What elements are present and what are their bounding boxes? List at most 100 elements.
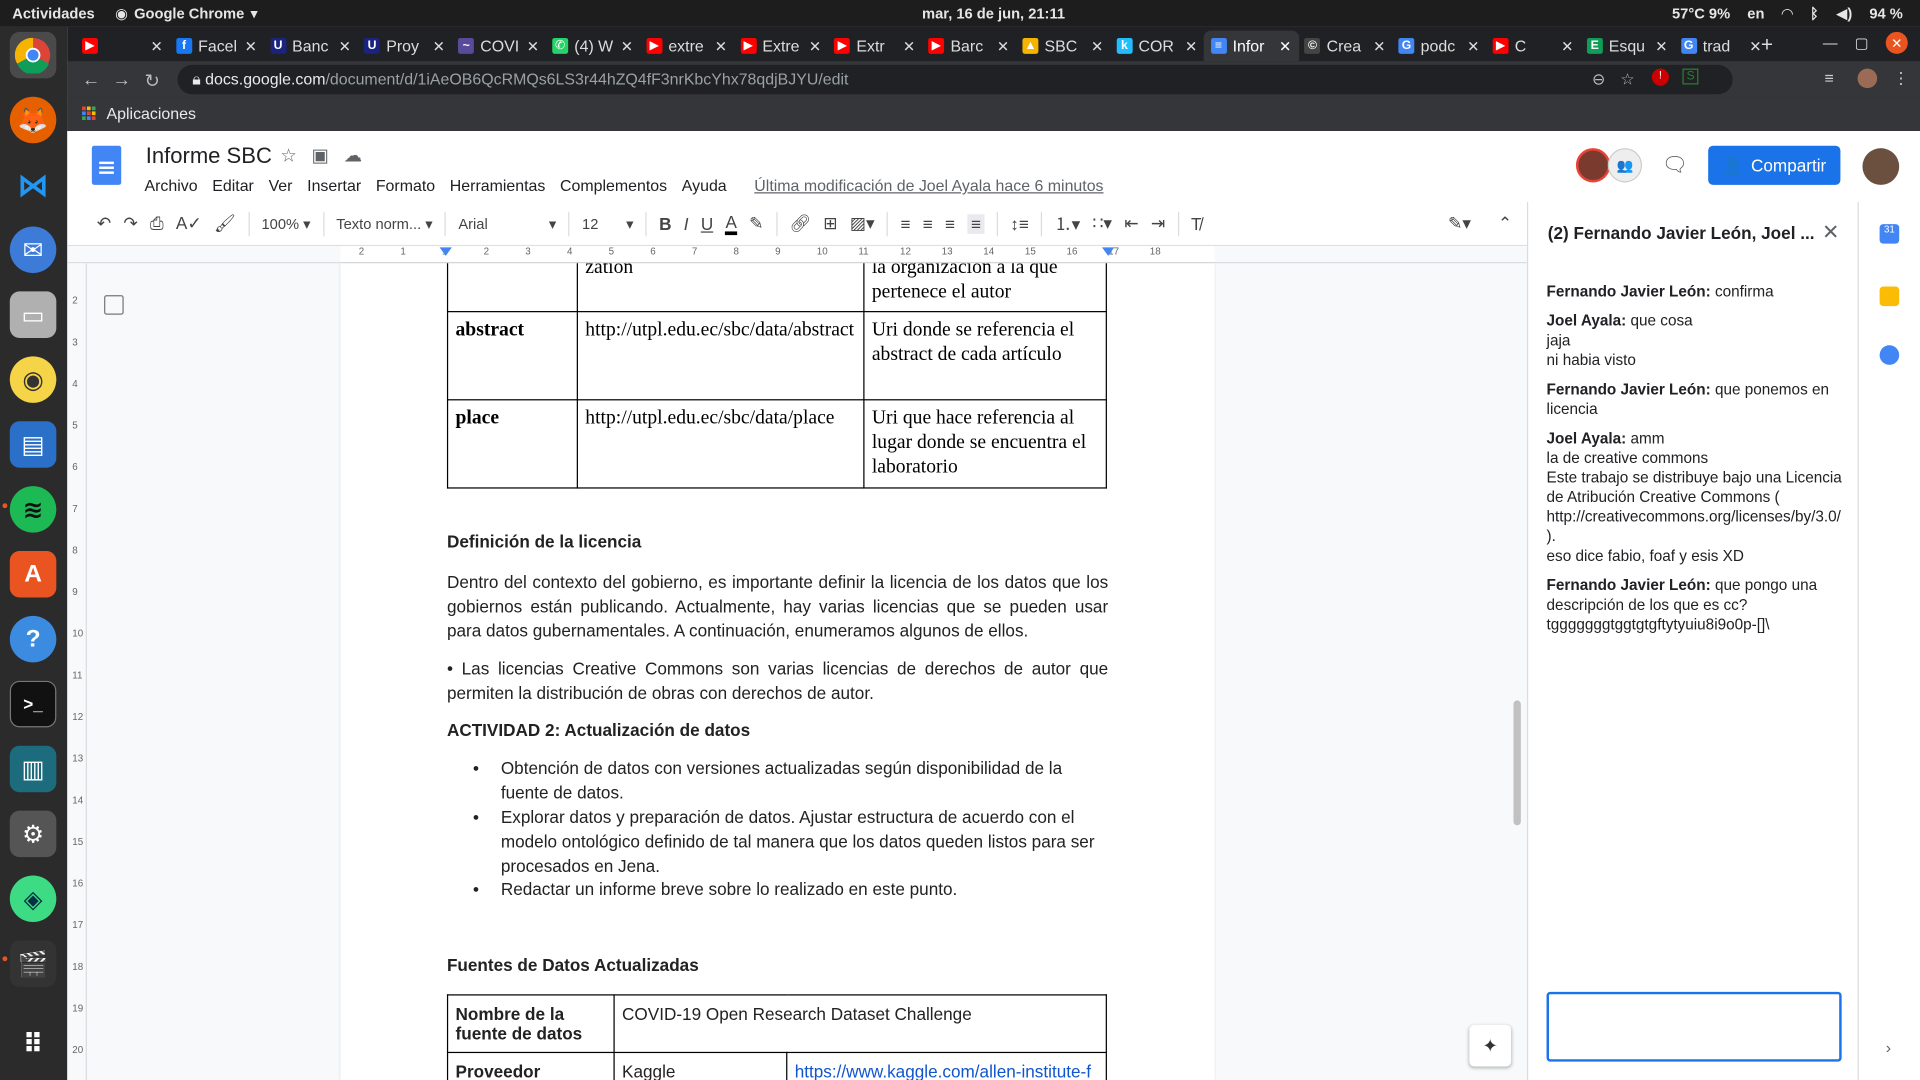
- paint-format-icon[interactable]: 🖌: [214, 213, 236, 234]
- tab-close-icon[interactable]: ✕: [433, 37, 445, 54]
- table-cell[interactable]: Uri que hace referencia al lugar donde s…: [863, 399, 1107, 489]
- cloud-status-icon[interactable]: ☁: [344, 144, 362, 167]
- help-dock-icon[interactable]: ?: [9, 615, 57, 663]
- browser-tab[interactable]: f Facel ✕: [169, 31, 265, 62]
- browser-tab[interactable]: ✆ (4) W ✕: [545, 31, 641, 62]
- table-cell[interactable]: la organización a la que pertenece el au…: [863, 263, 1107, 313]
- browser-tab[interactable]: ▲ SBC ✕: [1015, 31, 1111, 62]
- table-cell[interactable]: Proveedor: [446, 1051, 615, 1080]
- writer-dock-icon[interactable]: ▤: [9, 421, 57, 468]
- horizontal-ruler[interactable]: 2 1 1 2 3 4 5 6 7 8 9 10 11 12 13 14 15 16 17 18: [67, 246, 1527, 264]
- menu-item[interactable]: Insertar: [307, 176, 361, 194]
- apps-bookmark[interactable]: Aplicaciones: [82, 104, 196, 122]
- tab-close-icon[interactable]: ✕: [1091, 37, 1103, 54]
- language-indicator[interactable]: en: [1747, 5, 1764, 22]
- app-menu[interactable]: ◉ Google Chrome ▾: [115, 5, 258, 22]
- thunderbird-dock-icon[interactable]: ✉: [9, 226, 57, 274]
- tab-close-icon[interactable]: ✕: [339, 37, 351, 54]
- browser-tab[interactable]: ▶ Barc ✕: [921, 31, 1017, 62]
- star-icon[interactable]: ☆: [280, 144, 296, 167]
- menu-item[interactable]: Formato: [376, 176, 435, 194]
- tab-close-icon[interactable]: ✕: [1467, 37, 1479, 54]
- docs-logo-icon[interactable]: [91, 145, 122, 185]
- expand-panel-icon[interactable]: ›: [1886, 1038, 1891, 1056]
- browser-tab[interactable]: ▶ Extre ✕: [733, 31, 829, 62]
- activities-button[interactable]: Actividades: [12, 5, 94, 22]
- android-studio-dock-icon[interactable]: ◈: [9, 875, 57, 923]
- system-tray[interactable]: 57°C 9% en ◠ ᛒ ◀) 94 %: [1672, 5, 1903, 22]
- vscode-dock-icon[interactable]: ⋈: [10, 162, 57, 209]
- collaborators-chat-icon[interactable]: 👥: [1607, 148, 1643, 183]
- numbered-list-icon[interactable]: ⒈▾: [1055, 211, 1081, 235]
- back-icon[interactable]: ←: [82, 70, 100, 91]
- decrease-indent-icon[interactable]: ⇤: [1124, 213, 1138, 234]
- browser-tab[interactable]: E Esqu ✕: [1579, 31, 1675, 62]
- menu-item[interactable]: Archivo: [144, 176, 197, 194]
- table-cell[interactable]: Uri donde se referencia el abstract de c…: [863, 311, 1107, 401]
- tab-close-icon[interactable]: ✕: [903, 37, 915, 54]
- settings-dock-icon[interactable]: ⚙: [9, 810, 57, 858]
- tab-close-icon[interactable]: ✕: [527, 37, 539, 54]
- menu-item[interactable]: Ver: [269, 176, 293, 194]
- align-right-icon[interactable]: ≡: [945, 214, 955, 234]
- menu-item[interactable]: Editar: [212, 176, 254, 194]
- document-page[interactable]: zation la organización a la que pertenece…: [340, 263, 1215, 1080]
- increase-indent-icon[interactable]: ⇥: [1151, 213, 1165, 234]
- browser-tab[interactable]: U Proy ✕: [357, 31, 453, 62]
- spotify-dock-icon[interactable]: ≋: [9, 486, 57, 533]
- tab-close-icon[interactable]: ✕: [245, 37, 257, 54]
- tasks-icon[interactable]: [1879, 345, 1900, 365]
- document-title[interactable]: Informe SBC: [146, 143, 272, 169]
- app-dock-icon[interactable]: ▥: [9, 745, 57, 793]
- show-apps-icon[interactable]: ⠿: [10, 1021, 57, 1068]
- maximize-icon[interactable]: ▢: [1855, 34, 1869, 51]
- star-icon[interactable]: ☆: [1620, 70, 1634, 90]
- table-cell[interactable]: zation: [576, 263, 865, 313]
- software-dock-icon[interactable]: A: [9, 551, 57, 598]
- media-control-icon[interactable]: ≡: [1825, 69, 1834, 87]
- browser-tab[interactable]: ▶ ✕: [75, 31, 171, 62]
- bulleted-list-icon[interactable]: ∷▾: [1093, 213, 1113, 234]
- menu-item[interactable]: Complementos: [560, 176, 667, 194]
- reload-icon[interactable]: ↻: [144, 70, 159, 92]
- terminal-dock-icon[interactable]: >_: [9, 680, 57, 728]
- collaborator-avatar[interactable]: [1575, 148, 1611, 183]
- tab-close-icon[interactable]: ✕: [1655, 37, 1667, 54]
- zoom-icon[interactable]: ⊖: [1592, 70, 1605, 90]
- tab-close-icon[interactable]: ✕: [715, 37, 727, 54]
- text-color-icon[interactable]: A: [725, 212, 737, 236]
- highlight-icon[interactable]: ✎: [749, 213, 763, 234]
- table-cell[interactable]: Kaggle: [613, 1051, 788, 1080]
- kaggle-link[interactable]: https://www.kaggle.com/allen-institute-f: [795, 1062, 1091, 1080]
- spellcheck-icon[interactable]: A✓: [176, 213, 202, 234]
- video-editor-dock-icon[interactable]: 🎬: [9, 940, 57, 987]
- insert-image-icon[interactable]: ▨▾: [850, 213, 875, 234]
- url-field[interactable]: 🔒︎ docs.google.com/document/d/1iAeOB6QcR…: [177, 64, 1733, 95]
- close-icon[interactable]: ✕: [1822, 220, 1839, 244]
- editing-mode-icon[interactable]: ✎▾: [1448, 213, 1471, 234]
- files-dock-icon[interactable]: ▭: [9, 291, 57, 338]
- align-left-icon[interactable]: ≡: [900, 214, 910, 234]
- new-tab-button[interactable]: +: [1761, 33, 1773, 57]
- bold-icon[interactable]: B: [659, 214, 671, 234]
- chrome-dock-icon[interactable]: [9, 31, 57, 79]
- table-cell[interactable]: place: [446, 399, 578, 489]
- move-folder-icon[interactable]: ▣: [312, 144, 329, 167]
- table-cell[interactable]: http://utpl.edu.ec/sbc/data/place: [576, 399, 865, 489]
- vertical-ruler[interactable]: 2 3 4 5 6 7 8 9 10 11 12 13 14 15 16 17 18 19 20: [67, 263, 87, 1080]
- table-cell[interactable]: http://utpl.edu.ec/sbc/data/abstract: [576, 311, 865, 401]
- minimize-icon[interactable]: —: [1823, 34, 1838, 51]
- close-window-icon[interactable]: ✕: [1885, 31, 1908, 54]
- zoom-select[interactable]: 100% ▾: [261, 215, 310, 232]
- scrollbar-thumb[interactable]: [1513, 700, 1521, 826]
- explore-icon[interactable]: ✦: [1469, 1024, 1512, 1067]
- collapse-menus-icon[interactable]: ⌃: [1498, 213, 1512, 234]
- comments-icon[interactable]: 🗨: [1662, 153, 1688, 177]
- browser-tab[interactable]: k COR ✕: [1109, 31, 1205, 62]
- align-center-icon[interactable]: ≡: [923, 214, 933, 234]
- browser-tab[interactable]: Gpodc ✕: [1391, 31, 1487, 62]
- print-icon[interactable]: ⎙: [150, 213, 164, 234]
- table-cell[interactable]: [446, 263, 578, 313]
- keep-icon[interactable]: [1879, 286, 1900, 307]
- add-comment-icon[interactable]: ⊞: [823, 213, 837, 234]
